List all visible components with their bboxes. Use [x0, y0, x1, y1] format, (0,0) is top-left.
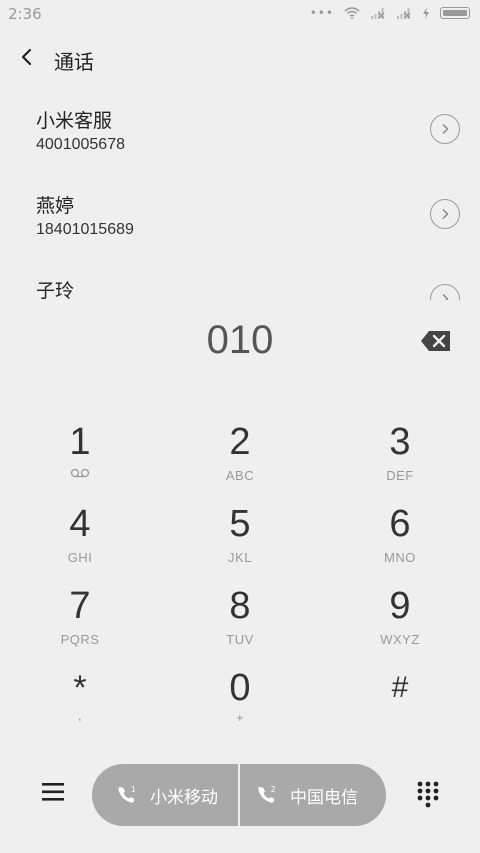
- key-star[interactable]: * ,: [20, 668, 140, 738]
- voicemail-icon: [70, 468, 90, 478]
- key-letters: TUV: [226, 632, 254, 647]
- key-digit: 0: [229, 667, 251, 709]
- backspace-button[interactable]: [420, 330, 452, 352]
- call-sim1-button[interactable]: 1 小米移动: [92, 764, 239, 826]
- chevron-right-icon: [442, 293, 449, 300]
- key-letters: PQRS: [60, 632, 100, 647]
- contact-name: 燕婷: [36, 195, 75, 217]
- key-8[interactable]: 8 TUV: [180, 586, 300, 656]
- key-digit: 7: [69, 585, 91, 627]
- menu-button[interactable]: [40, 780, 66, 804]
- key-letters: ,: [77, 708, 83, 723]
- key-digit: 4: [69, 503, 91, 545]
- wifi-icon: [344, 7, 360, 19]
- status-bar: 2:36 •••: [0, 0, 480, 28]
- back-button[interactable]: [14, 44, 42, 72]
- charging-icon: [423, 7, 429, 19]
- key-6[interactable]: 6 MNO: [340, 504, 460, 574]
- chevron-right-icon: [442, 208, 449, 220]
- key-letters: ABC: [225, 468, 255, 483]
- bottom-bar: 1 小米移动 2 中国电信: [0, 762, 480, 826]
- key-digit: 1: [69, 421, 91, 463]
- key-letters: JKL: [228, 550, 252, 565]
- key-digit: 9: [389, 585, 411, 627]
- contact-detail-button[interactable]: [430, 114, 460, 144]
- status-icons: •••: [310, 6, 470, 20]
- contact-suggestions-list[interactable]: 小米客服 4001005678 燕婷 18401015689 子玲: [0, 90, 480, 300]
- sim2-label: 中国电信: [290, 787, 358, 808]
- chevron-right-icon: [442, 123, 449, 135]
- contact-number: 4001005678: [36, 136, 125, 153]
- key-7[interactable]: 7 PQRS: [20, 586, 140, 656]
- key-digit: 5: [229, 503, 251, 545]
- menu-icon: [42, 783, 64, 801]
- contact-name: 子玲: [36, 280, 75, 300]
- key-4[interactable]: 4 GHI: [20, 504, 140, 574]
- key-digit: 6: [389, 503, 411, 545]
- dialed-number-display[interactable]: 010: [0, 318, 480, 363]
- dialpad-icon: [417, 781, 439, 808]
- key-letters: +: [235, 710, 245, 725]
- key-3[interactable]: 3 DEF: [340, 422, 460, 492]
- call-buttons: 1 小米移动 2 中国电信: [92, 764, 386, 826]
- dialpad-toggle-button[interactable]: [416, 780, 440, 808]
- contact-detail-button[interactable]: [430, 199, 460, 229]
- key-digit: 8: [229, 585, 251, 627]
- page-title: 通话: [54, 50, 94, 74]
- key-letters: GHI: [67, 550, 93, 565]
- signal-sim1-icon: [371, 8, 385, 19]
- key-digit: 3: [389, 421, 411, 463]
- contact-item[interactable]: 小米客服 4001005678: [0, 106, 480, 190]
- signal-sim2-icon: [397, 8, 411, 19]
- contact-item[interactable]: 子玲: [0, 276, 480, 300]
- battery-icon: [440, 7, 470, 19]
- key-hash[interactable]: #: [340, 668, 460, 738]
- key-digit: 2: [229, 421, 251, 463]
- sim1-label: 小米移动: [150, 787, 218, 808]
- call-sim2-button[interactable]: 2 中国电信: [240, 764, 386, 826]
- sim1-index: 1: [131, 785, 136, 794]
- key-2[interactable]: 2 ABC: [180, 422, 300, 492]
- chevron-left-icon: [21, 48, 32, 66]
- contact-number: 18401015689: [36, 221, 134, 238]
- sim2-index: 2: [271, 785, 276, 794]
- key-letters: WXYZ: [380, 632, 420, 647]
- key-letters: DEF: [386, 468, 414, 483]
- contact-item[interactable]: 燕婷 18401015689: [0, 191, 480, 275]
- header: 通话: [0, 38, 480, 78]
- more-notifications-icon: •••: [309, 6, 334, 20]
- key-letters: MNO: [384, 550, 416, 565]
- key-5[interactable]: 5 JKL: [180, 504, 300, 574]
- phone-sim2-icon: 2: [258, 785, 276, 803]
- contact-detail-button[interactable]: [430, 284, 460, 300]
- key-digit: #: [391, 671, 409, 704]
- contact-name: 小米客服: [36, 110, 113, 132]
- phone-sim1-icon: 1: [118, 785, 136, 803]
- key-1[interactable]: 1: [20, 422, 140, 492]
- key-digit: *: [73, 669, 87, 707]
- status-time: 2:36: [8, 5, 42, 23]
- key-0[interactable]: 0 +: [180, 668, 300, 738]
- backspace-icon: [421, 331, 450, 351]
- key-9[interactable]: 9 WXYZ: [340, 586, 460, 656]
